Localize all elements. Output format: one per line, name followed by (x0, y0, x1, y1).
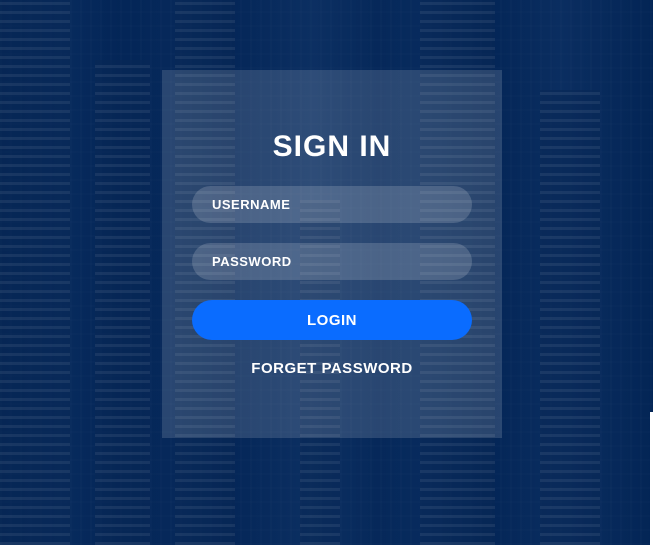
building-silhouette (540, 90, 600, 545)
username-input[interactable] (192, 186, 472, 223)
sign-in-title: SIGN IN (272, 130, 392, 163)
forget-password-link[interactable]: FORGET PASSWORD (162, 360, 502, 377)
password-input[interactable] (192, 243, 472, 280)
building-silhouette (95, 60, 150, 545)
login-panel: SIGN IN LOGIN FORGET PASSWORD (162, 70, 502, 438)
login-button[interactable]: LOGIN (192, 300, 472, 340)
building-silhouette (0, 0, 70, 545)
